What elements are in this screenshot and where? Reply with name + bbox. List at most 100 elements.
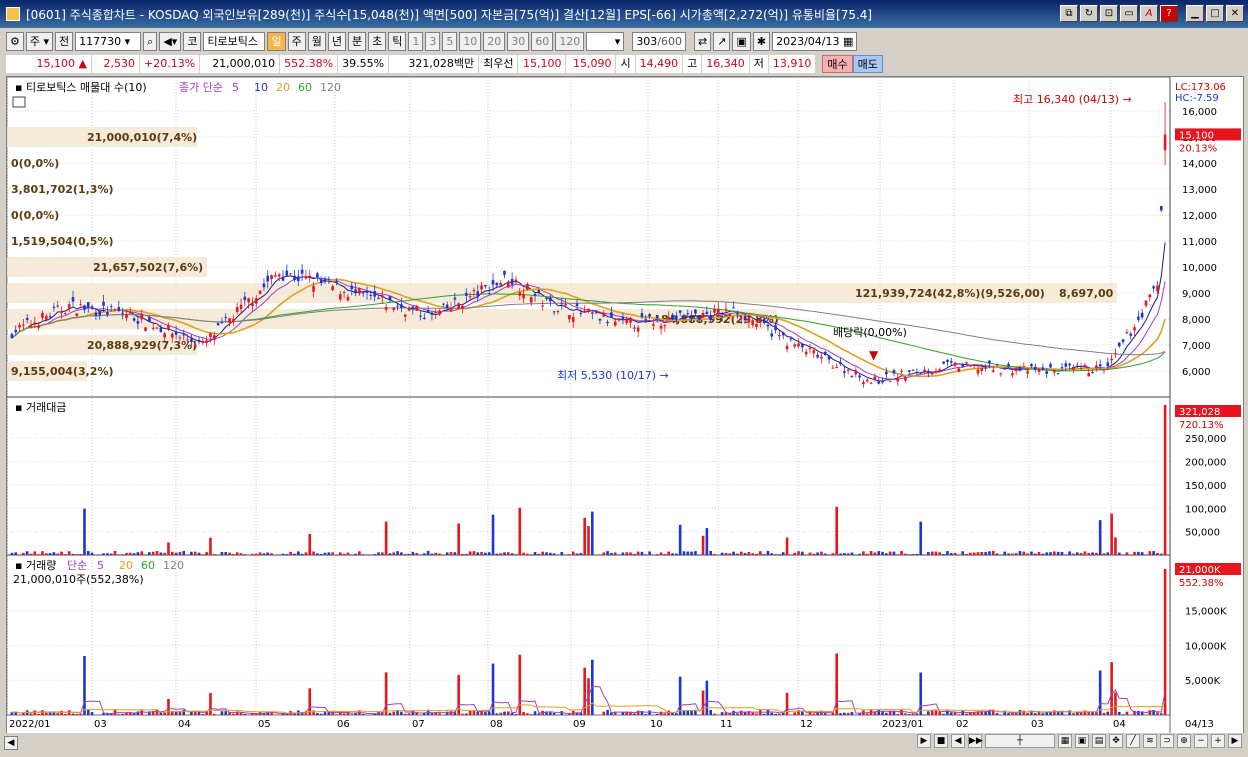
help-icon[interactable]: ?	[1160, 5, 1178, 22]
line-icon[interactable]: ╱	[1126, 734, 1140, 748]
volume-bar	[946, 709, 949, 715]
candle-body	[571, 317, 575, 322]
period-year[interactable]: 년	[327, 31, 346, 51]
interval-120[interactable]: 120	[555, 31, 585, 51]
play-icon[interactable]: ▶	[917, 734, 931, 748]
value-bar	[1117, 552, 1121, 555]
value-bar	[331, 552, 334, 555]
interval-10[interactable]: 10	[459, 31, 482, 51]
scroll-left-icon[interactable]: ◀	[4, 736, 18, 750]
value-bar	[1098, 520, 1102, 555]
grid-icon[interactable]: ▦	[1058, 734, 1072, 748]
prev-icon[interactable]: ◀	[951, 734, 965, 748]
candle-body	[1102, 369, 1106, 371]
period-second[interactable]: 초	[368, 31, 387, 51]
fib-icon[interactable]: ≋	[1143, 734, 1157, 748]
scroll-right-icon[interactable]: ▶	[1228, 734, 1242, 748]
value-bar	[930, 551, 934, 555]
value-bar	[865, 553, 869, 555]
period-week[interactable]: 주	[287, 31, 306, 51]
search-icon[interactable]: ⌕	[143, 31, 158, 51]
period-tick[interactable]: 틱	[388, 31, 407, 51]
sell-button[interactable]: 매도	[852, 55, 883, 73]
value-bar	[373, 554, 376, 555]
stop-icon[interactable]: ■	[934, 734, 948, 748]
value-bar	[243, 554, 247, 555]
fastforward-icon[interactable]: ▶▶	[968, 734, 983, 748]
volume-bar	[774, 713, 777, 715]
value-bar	[316, 553, 319, 555]
value-bar	[1003, 551, 1007, 555]
link-icon[interactable]: ⧉	[1060, 5, 1078, 22]
candle-body	[148, 317, 151, 322]
interval-3[interactable]: 3	[425, 31, 441, 51]
save-icon[interactable]: ▣	[732, 31, 751, 51]
cursor-icon[interactable]: ✥	[1109, 734, 1123, 748]
candle-body	[946, 359, 949, 362]
speaker-icon[interactable]: ◀▾	[159, 31, 182, 51]
interval-20[interactable]: 20	[483, 31, 506, 51]
date-field[interactable]: 2023/04/13 ▦	[772, 31, 858, 51]
candle-body	[900, 370, 903, 372]
value-bar	[591, 511, 594, 555]
layout2-icon[interactable]: ▤	[1092, 734, 1106, 748]
value-bar	[980, 552, 984, 555]
candle-body	[1140, 312, 1144, 318]
period-minute[interactable]: 분	[347, 31, 367, 51]
trend-icon[interactable]: ↗	[713, 31, 731, 51]
value-bar	[423, 553, 426, 555]
volume-bar	[167, 698, 170, 715]
config-icon[interactable]: ✱	[752, 31, 771, 51]
code-input[interactable]: 117730 ▾	[75, 31, 142, 51]
value-bar	[461, 553, 464, 555]
market-select[interactable]: 주 ▾	[25, 31, 54, 51]
count-field[interactable]: 303/600	[632, 31, 687, 51]
buy-button[interactable]: 매수	[822, 55, 853, 73]
interval-1[interactable]: 1	[408, 31, 424, 51]
value-bar	[342, 553, 346, 555]
candle-body	[495, 282, 499, 286]
pin-icon[interactable]: ⊡	[1100, 5, 1118, 22]
chart-area[interactable]: 2022/01 03 04 05 06 07 08 09 10 11 12 2023/01 02 03 04…	[6, 76, 1244, 736]
plus-icon[interactable]: +	[1211, 734, 1225, 748]
kor-button[interactable]: 코	[183, 31, 202, 51]
volume-bar	[575, 713, 579, 715]
interval-60[interactable]: 60	[531, 31, 554, 51]
value-bar	[636, 551, 640, 555]
prev-button[interactable]: 전	[55, 31, 74, 51]
interval-30[interactable]: 30	[507, 31, 530, 51]
value-bar	[640, 551, 644, 555]
low-annotation: 최저 5,530 (10/17) →	[557, 369, 669, 382]
interval-custom[interactable]: ▾	[586, 31, 625, 51]
value-bar	[148, 552, 151, 555]
candle-body	[537, 289, 541, 293]
price-panel-title: ▪ 티로보틱스 매물대 수(10)	[15, 81, 147, 94]
minimize-icon[interactable]: ▁	[1186, 5, 1204, 22]
magnet-icon[interactable]: ⊃	[1160, 734, 1174, 748]
candle-body	[346, 296, 350, 301]
volume-bar	[751, 712, 754, 715]
compare-icon[interactable]: ⇄	[694, 31, 712, 51]
period-month[interactable]: 월	[307, 31, 326, 51]
value-bar	[281, 553, 285, 555]
font-icon[interactable]: A	[1140, 5, 1158, 22]
interval-5[interactable]: 5	[442, 31, 458, 51]
candle-body	[136, 321, 140, 324]
value-bar	[537, 553, 541, 555]
zoom-slider[interactable]: ┼	[985, 734, 1055, 748]
chart-svg[interactable]: 2022/01 03 04 05 06 07 08 09 10 11 12 2023/01 02 03 04…	[6, 76, 1243, 735]
minus-icon[interactable]: −	[1194, 734, 1208, 748]
value-bar	[499, 553, 502, 555]
layout-icon[interactable]: ▣	[1075, 734, 1089, 748]
value-bar	[942, 554, 945, 555]
refresh-icon[interactable]: ↻	[1080, 5, 1098, 22]
close-icon[interactable]: ✕	[1226, 5, 1244, 22]
grid-toggle-icon	[12, 96, 26, 108]
print-icon[interactable]: ▭	[1120, 5, 1138, 22]
maximize-icon[interactable]: □	[1206, 5, 1224, 22]
period-day[interactable]: 일	[267, 31, 286, 51]
settings-icon[interactable]: ⚙	[6, 31, 24, 51]
zoomin-icon[interactable]: ⊕	[1177, 734, 1191, 748]
stock-name[interactable]: 티로보틱스	[203, 31, 266, 51]
candle-body	[205, 340, 208, 343]
